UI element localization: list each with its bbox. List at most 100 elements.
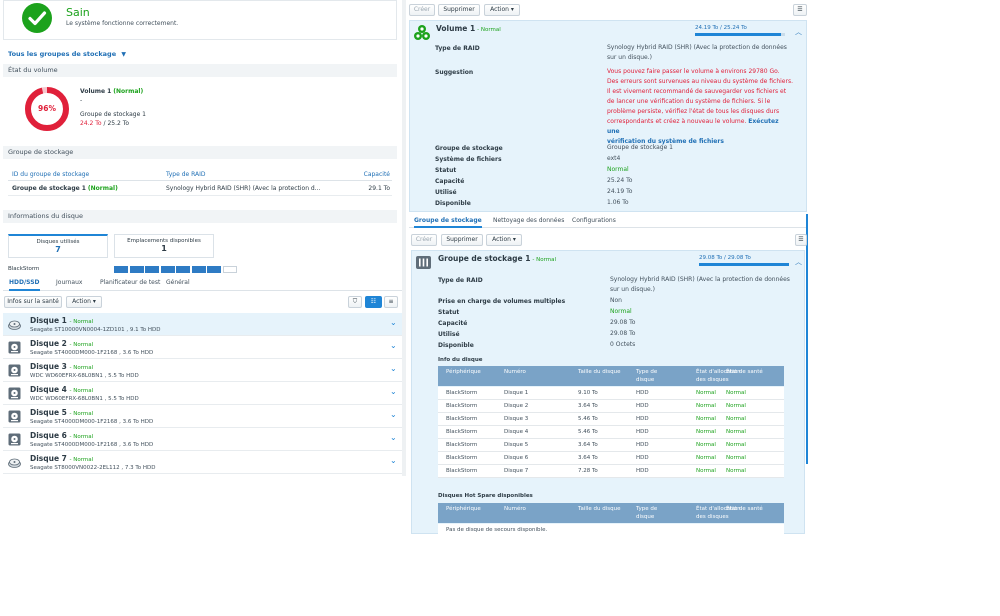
disk-model: Seagate ST4000DM000-1F2168 , 3.6 To HDD — [30, 419, 154, 425]
group-delete-button[interactable]: Supprimer — [441, 234, 483, 246]
compact-view-button[interactable]: ≡ — [384, 296, 398, 308]
disk-row[interactable]: Disque 4 - Normal WDC WD60EFRX-68L0BN1 , … — [3, 382, 402, 405]
disk-row[interactable]: Disque 1 - Normal Seagate ST10000VN0004-1… — [3, 313, 402, 336]
tab-scrubbing[interactable]: Nettoyage des données — [493, 214, 564, 227]
disk-name: Disque 3 — [30, 362, 67, 371]
table-cell: Disque 6 — [504, 455, 529, 461]
spare-table-col[interactable]: Numéro — [504, 505, 554, 513]
table-cell: Normal — [726, 429, 746, 435]
tab-general[interactable]: Général — [166, 276, 190, 290]
table-row[interactable]: BlackStorm Disque 6 3.64 To HDD Normal Normal — [438, 452, 784, 465]
multi-value: Non — [610, 297, 622, 304]
volume-name: Volume 1 — [436, 24, 476, 33]
table-row[interactable]: BlackStorm Disque 2 3.64 To HDD Normal Normal — [438, 400, 784, 413]
chevron-down-icon[interactable]: ⌄ — [390, 411, 397, 419]
spare-table-col[interactable]: Type de disque — [636, 505, 664, 521]
list-view-button[interactable]: ☷ — [365, 296, 382, 308]
spare-table-col[interactable]: Périphérique — [446, 505, 496, 513]
chevron-down-icon[interactable]: ⌄ — [390, 434, 397, 442]
table-cell: Normal — [696, 442, 716, 448]
col-type[interactable]: Type de RAID — [166, 171, 206, 178]
left-scrollbar[interactable] — [402, 0, 406, 476]
disk-row[interactable]: Disque 6 - Normal Seagate ST4000DM000-1F2… — [3, 428, 402, 451]
disk-slot — [160, 266, 175, 273]
disk-table-col[interactable]: Type de disque — [636, 368, 664, 384]
group-value: Groupe de stockage 1 — [607, 144, 673, 151]
volume-donut: 96% — [24, 86, 70, 132]
disk-model: WDC WD60EFRX-68L0BN1 , 5.5 To HDD — [30, 373, 139, 379]
chevron-down-icon[interactable]: ⌄ — [390, 388, 397, 396]
disk-row[interactable]: Disque 2 - Normal Seagate ST4000DM000-1F2… — [3, 336, 402, 359]
col-capacity[interactable]: Capacité — [364, 171, 390, 178]
volume-usage-fill — [695, 33, 782, 36]
col-id[interactable]: ID du groupe de stockage — [12, 171, 89, 178]
groups-dropdown[interactable]: Tous les groupes de stockage ▼ — [8, 50, 126, 58]
table-row[interactable]: BlackStorm Disque 1 9.10 To HDD Normal Normal — [438, 387, 784, 400]
lower-action-button[interactable]: Action ▾ — [66, 296, 102, 308]
donut-percent: 96% — [38, 104, 56, 113]
group-free-value: 0 Octets — [610, 341, 636, 348]
status-value: Normal — [607, 166, 629, 173]
spare-table-col[interactable]: État de santé — [726, 505, 776, 513]
row-status: (Normal) — [87, 185, 118, 192]
create-button[interactable]: Créer — [409, 4, 435, 16]
disk-table-col[interactable]: Périphérique — [446, 368, 496, 376]
tab-configurations[interactable]: Configurations — [572, 214, 616, 227]
suggest-text: Vous pouvez faire passer le volume à env… — [607, 67, 793, 147]
storage-group-row[interactable]: Groupe de stockage 1 (Normal) Synology H… — [8, 181, 392, 196]
disk-row[interactable]: Disque 7 - Normal Seagate ST8000VN0022-2E… — [3, 451, 402, 474]
chevron-down-icon[interactable]: ⌄ — [390, 319, 397, 327]
volume-summary-dash: - — [80, 96, 83, 104]
filter-button[interactable]: ⛉ — [348, 296, 362, 308]
disk-table-col[interactable]: Numéro — [504, 368, 554, 376]
group-create-button[interactable]: Créer — [411, 234, 437, 246]
disk-row[interactable]: Disque 5 - Normal Seagate ST4000DM000-1F2… — [3, 405, 402, 428]
group-status-label: Statut — [438, 309, 460, 316]
table-cell: BlackStorm — [446, 455, 478, 461]
hdd-icon — [8, 433, 21, 446]
table-row[interactable]: BlackStorm Disque 3 5.46 To HDD Normal Normal — [438, 413, 784, 426]
filter-icon: ⛉ — [352, 298, 358, 305]
group-layout-button[interactable]: ☰ — [795, 234, 807, 246]
spare-table-col[interactable]: Taille du disque — [578, 505, 628, 513]
spare-table-header: Périphérique Numéro Taille du disque Type d… — [438, 503, 784, 523]
delete-button[interactable]: Supprimer — [438, 4, 480, 16]
collapse-icon[interactable]: ︿ — [795, 27, 802, 37]
tab-hdd-ssd[interactable]: HDD/SSD — [9, 276, 40, 291]
group-action-button[interactable]: Action ▾ — [486, 234, 522, 246]
right-scrollbar[interactable] — [806, 214, 808, 464]
tab-planificateur[interactable]: Planificateur de test — [100, 276, 160, 290]
health-info-button[interactable]: Infos sur la santé — [4, 296, 62, 308]
hdd-open-icon — [8, 318, 21, 331]
group-free-label: Disponible — [438, 342, 474, 349]
used-label: Utilisé — [435, 189, 457, 196]
table-row[interactable]: BlackStorm Disque 5 3.64 To HDD Normal Normal — [438, 439, 784, 452]
disk-row[interactable]: Disque 3 - Normal WDC WD60EFRX-68L0BN1 , … — [3, 359, 402, 382]
chevron-down-icon[interactable]: ⌄ — [390, 457, 397, 465]
hdd-icon — [8, 387, 21, 400]
suggest-line: Il est vivement recommandé de sauvegarde… — [607, 88, 787, 95]
table-cell: 3.64 To — [578, 442, 598, 448]
chevron-down-icon[interactable]: ⌄ — [390, 342, 397, 350]
table-cell: Normal — [726, 403, 746, 409]
disk-table-col[interactable]: État de santé — [726, 368, 776, 376]
table-row[interactable]: BlackStorm Disque 7 7.28 To HDD Normal Normal — [438, 465, 784, 478]
action-button[interactable]: Action ▾ — [484, 4, 520, 16]
volume-summary-status: (Normal) — [113, 88, 144, 95]
volume-summary-name: Volume 1 — [80, 88, 112, 95]
table-cell: Normal — [696, 416, 716, 422]
disk-model: WDC WD60EFRX-68L0BN1 , 5.5 To HDD — [30, 396, 139, 402]
disk-table-col[interactable]: Taille du disque — [578, 368, 628, 376]
layout-toggle-button[interactable]: ☰ — [793, 4, 807, 16]
tab-journaux[interactable]: Journaux — [56, 276, 82, 290]
free-slots-card: Emplacements disponibles 1 — [114, 234, 214, 258]
chevron-down-icon[interactable]: ⌄ — [390, 365, 397, 373]
capacity-value: 25.24 To — [607, 177, 633, 184]
table-cell: Normal — [696, 403, 716, 409]
disk-name: Disque 6 — [30, 431, 67, 440]
table-row[interactable]: BlackStorm Disque 4 5.46 To HDD Normal Normal — [438, 426, 784, 439]
group-collapse-icon[interactable]: ︿ — [795, 257, 802, 267]
tab-storage-group[interactable]: Groupe de stockage — [414, 214, 482, 228]
disk-model: Seagate ST8000VN0022-2EL112 , 7.3 To HDD — [30, 465, 156, 471]
table-cell: Disque 5 — [504, 442, 529, 448]
